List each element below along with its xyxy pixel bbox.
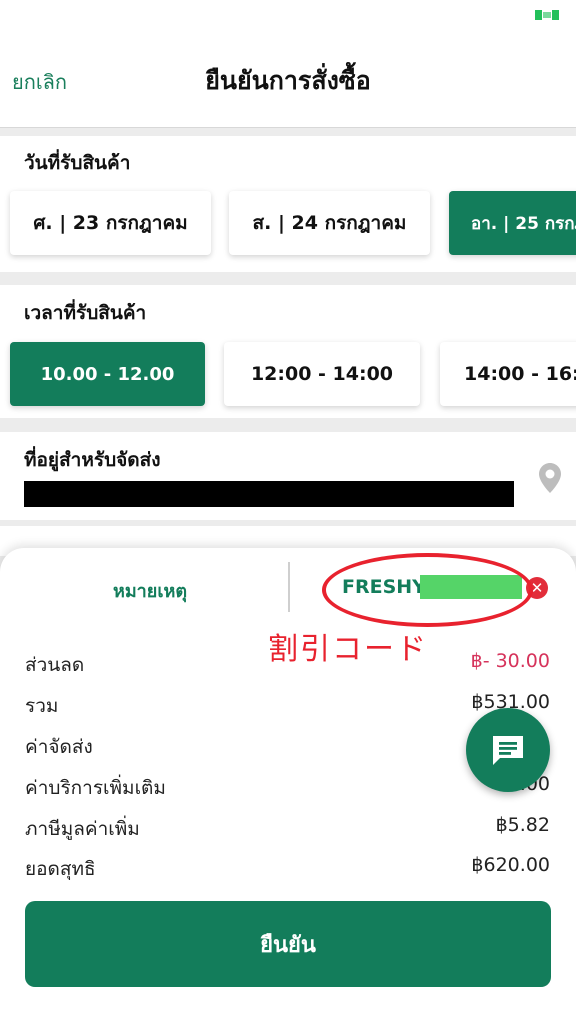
date-option-fri[interactable]: ศ. | 23 กรกฎาคม: [10, 191, 211, 255]
location-pin-icon: [539, 463, 561, 493]
summary-row-vat: ภาษีมูลค่าเพิ่ม ฿5.82: [25, 814, 550, 844]
summary-value: ฿5.82: [495, 814, 550, 836]
address-title: ที่อยู่สำหรับจัดส่ง: [24, 449, 161, 471]
chat-button[interactable]: [466, 708, 550, 792]
summary-row-discount: ส่วนลด ฿- 30.00: [25, 650, 550, 680]
time-option-12-14[interactable]: 12:00 - 14:00: [224, 342, 420, 406]
summary-label: ส่วนลด: [25, 654, 85, 676]
page-title: ยืนยันการสั่งซื้อ: [205, 66, 371, 95]
note-tab[interactable]: หมายเหตุ: [60, 576, 240, 605]
time-option-14-16[interactable]: 14:00 - 16:00: [440, 342, 576, 406]
chat-icon: [493, 736, 523, 765]
annotation-circle: [322, 553, 533, 627]
summary-label: รวม: [25, 695, 59, 717]
summary-label: ภาษีมูลค่าเพิ่ม: [25, 818, 140, 840]
delivery-time-section: เวลาที่รับสินค้า 10.00 - 12.00 12:00 - 1…: [0, 285, 576, 418]
delivery-date-section: วันที่รับสินค้า ศ. | 23 กรกฎาคม ส. | 24 …: [0, 136, 576, 272]
summary-value: ฿- 30.00: [470, 650, 550, 672]
tab-divider: [288, 562, 290, 612]
summary-row-total: รวม ฿531.00: [25, 691, 550, 721]
confirm-button[interactable]: ยืนยัน: [25, 901, 551, 987]
status-bar: [0, 0, 576, 30]
summary-value: ฿620.00: [471, 854, 550, 876]
time-option-10-12[interactable]: 10.00 - 12.00: [10, 342, 205, 406]
address-section[interactable]: ที่อยู่สำหรับจัดส่ง: [0, 432, 576, 520]
summary-row-service-fee: ค่าบริการเพิ่มเติม .00: [25, 773, 550, 803]
summary-label: ยอดสุทธิ: [25, 858, 96, 880]
date-option-sun[interactable]: อา. | 25 กรกฎาคม: [449, 191, 576, 255]
delivery-date-title: วันที่รับสินค้า: [24, 152, 131, 174]
date-option-sat[interactable]: ส. | 24 กรกฎาคม: [229, 191, 430, 255]
delivery-time-title: เวลาที่รับสินค้า: [24, 302, 147, 324]
summary-row-net: ยอดสุทธิ ฿620.00: [25, 854, 550, 884]
summary-label: ค่าจัดส่ง: [25, 736, 93, 758]
navigation-bar: ยกเลิก ยืนยันการสั่งซื้อ: [0, 30, 576, 128]
redacted-address: [24, 481, 514, 507]
battery-icon: [535, 10, 559, 20]
summary-label: ค่าบริการเพิ่มเติม: [25, 777, 166, 799]
